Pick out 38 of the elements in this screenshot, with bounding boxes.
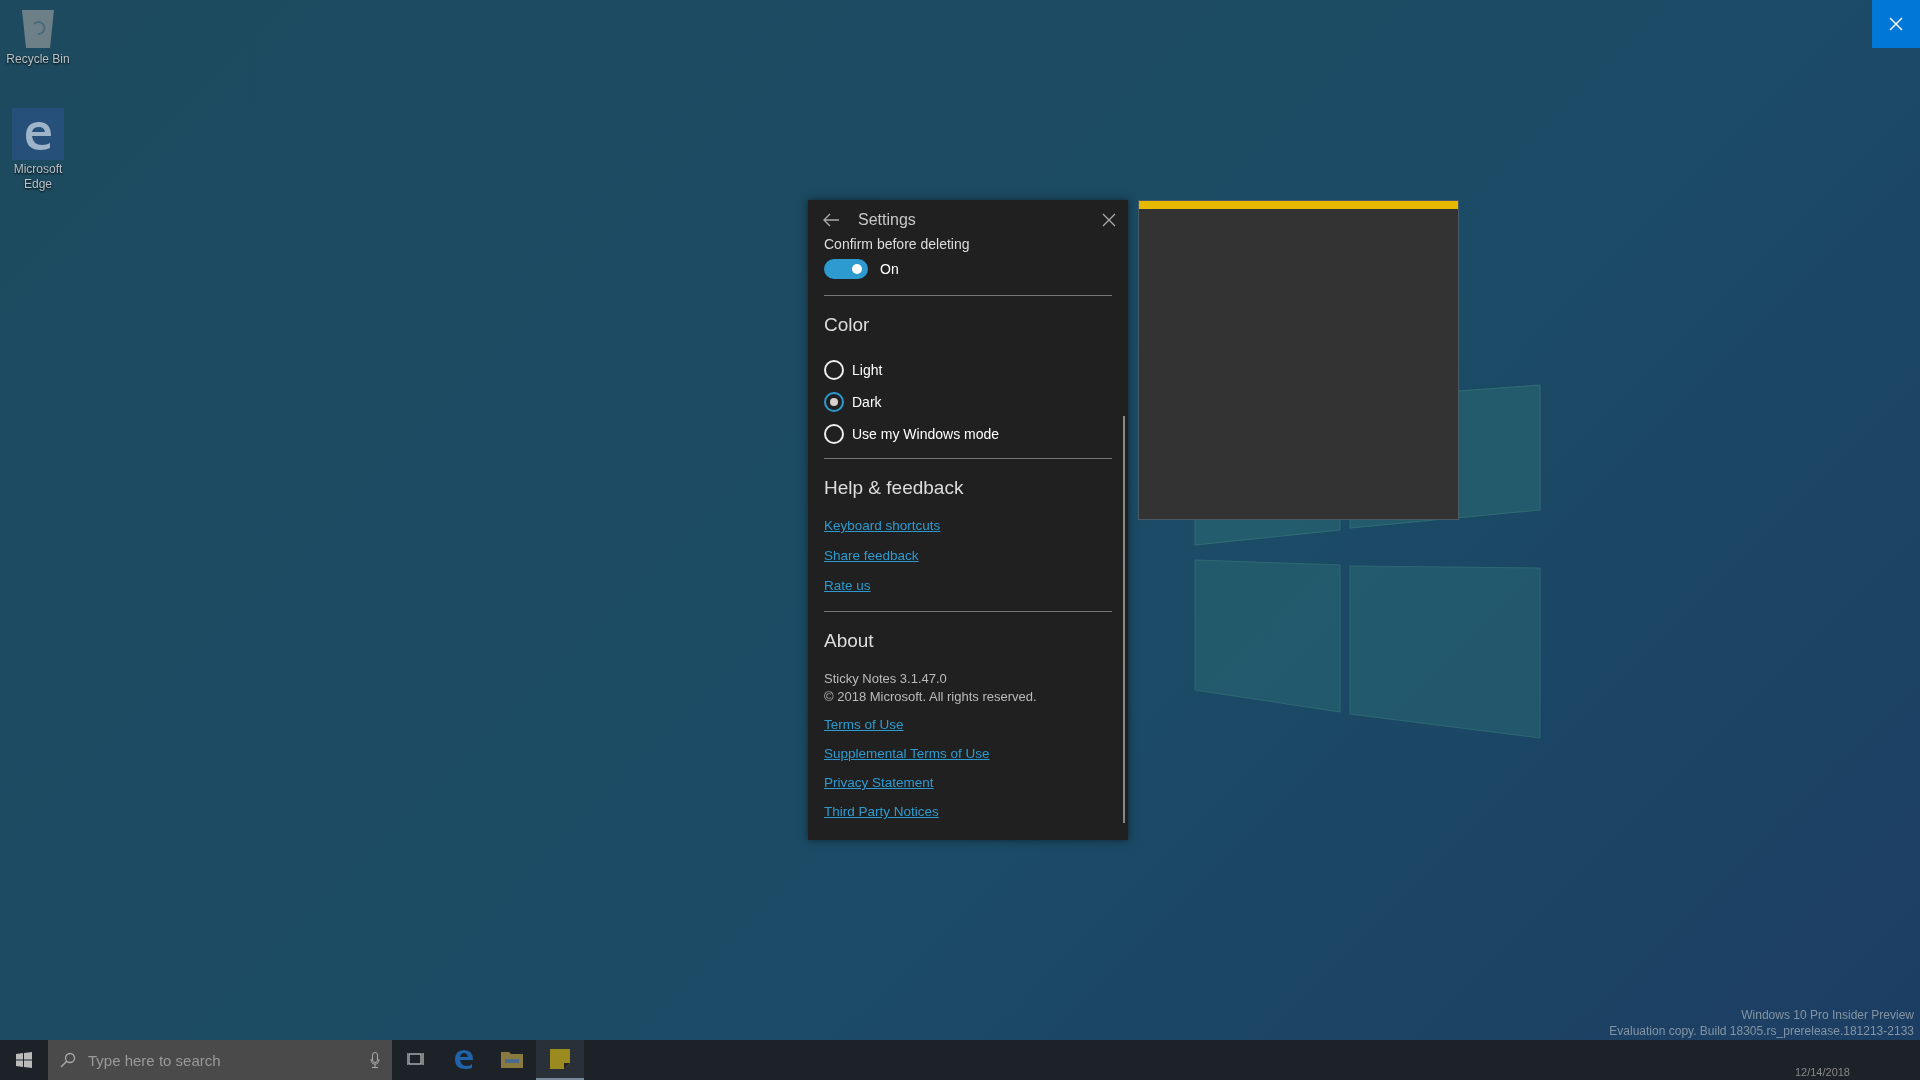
link[interactable]: Share feedback (824, 547, 919, 565)
windows-logo-icon (16, 1052, 32, 1068)
version-text: Sticky Notes 3.1.47.0 (824, 670, 948, 688)
clock-date: 12/14/2018 (1794, 1066, 1850, 1078)
section-heading: Help & feedback (824, 477, 965, 499)
microphone-icon[interactable] (370, 1052, 380, 1068)
build-info-text: Evaluation copy. Build 18305.rs_prerelease.181213-2133 (1609, 1024, 1914, 1038)
section-heading: About (824, 630, 875, 652)
copyright-text: © 2018 Microsoft. All rights reserved. (824, 688, 1038, 706)
folder-icon (501, 1050, 523, 1068)
desktop-icon-label[interactable]: Microsoft Edge (2, 162, 74, 192)
taskbar-app-button[interactable] (536, 1040, 584, 1080)
settings-title: Settings (858, 211, 917, 229)
radio-option[interactable]: Light (824, 354, 1112, 386)
setting-label: Confirm before deleting (824, 236, 971, 252)
link[interactable]: Rate us (824, 577, 871, 595)
search-field[interactable]: Type here to search (48, 1040, 392, 1080)
link[interactable]: Privacy Statement (824, 774, 934, 792)
task-view-icon (407, 1051, 425, 1067)
desktop-icon-label[interactable]: Recycle Bin (2, 52, 74, 67)
link[interactable]: Third Party Notices (824, 803, 939, 821)
radio-option[interactable]: Dark (824, 386, 1112, 418)
link[interactable]: Terms of Use (824, 716, 904, 734)
edge-icon (453, 1048, 475, 1070)
link[interactable]: Keyboard shortcuts (824, 517, 941, 535)
close-button[interactable] (1872, 0, 1920, 48)
close-icon (1889, 17, 1903, 31)
edge-icon (12, 108, 64, 160)
search-icon (60, 1052, 76, 1068)
link[interactable]: Supplemental Terms of Use (824, 745, 990, 763)
build-info-text: Windows 10 Pro Insider Preview (1741, 1008, 1914, 1022)
sticky-note-icon (550, 1049, 570, 1069)
scrollbar[interactable] (1123, 416, 1125, 823)
section-heading: Color (824, 314, 871, 336)
sticky-note[interactable] (1138, 200, 1459, 520)
toggle-switch[interactable] (824, 259, 868, 279)
toggle-label: On (880, 261, 899, 277)
radio-option[interactable]: Use my Windows mode (824, 418, 1112, 450)
